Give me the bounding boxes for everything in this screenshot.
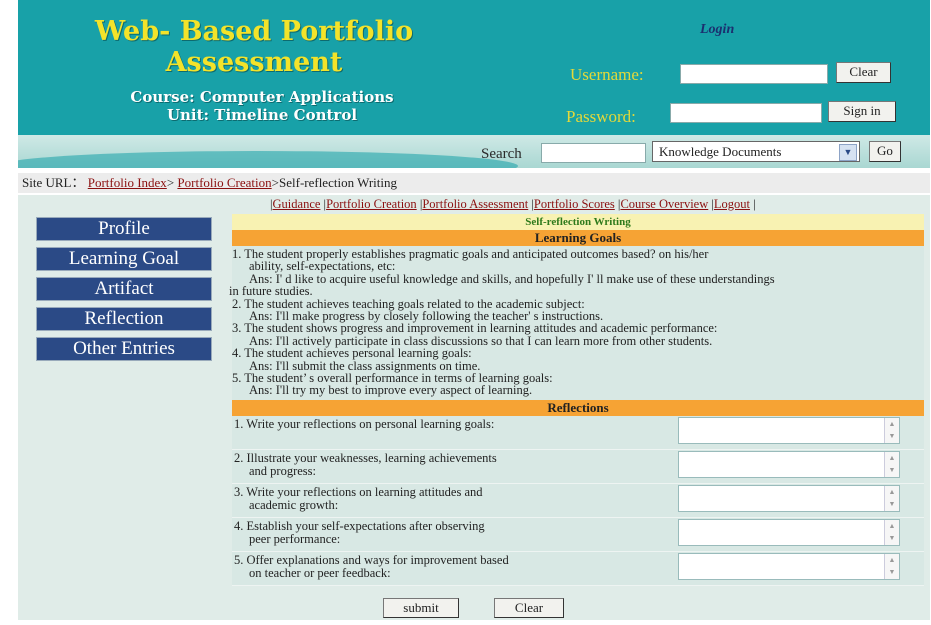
nav-logout[interactable]: Logout	[714, 197, 750, 211]
goal-question: 4. The student achieves personal learnin…	[232, 346, 472, 361]
sidebar-item-profile[interactable]: Profile	[36, 217, 212, 241]
submit-button[interactable]: submit	[383, 598, 459, 618]
reflection-question-line: 3. Write your reflections on learning at…	[234, 484, 483, 499]
password-label: Password:	[566, 107, 636, 126]
page-title: Self-reflection Writing	[232, 214, 924, 230]
reflection-row: 1. Write your reflections on personal le…	[232, 415, 924, 450]
goal-question: 3. The student shows progress and improv…	[232, 321, 718, 336]
nav-portfolio-assessment[interactable]: Portfolio Assessment	[422, 197, 528, 211]
reflection-question-line: 1. Write your reflections on personal le…	[234, 416, 495, 431]
learning-goals-list: 1. The student properly establishes prag…	[229, 246, 924, 400]
chevron-down-icon[interactable]: ▼	[839, 144, 857, 161]
breadcrumb-portfolio-creation[interactable]: Portfolio Creation	[177, 175, 271, 190]
scrollbar[interactable]: ▲ ▼	[884, 451, 899, 477]
nav-guidance[interactable]: Guidance	[273, 197, 321, 211]
sidebar-item-learning-goal[interactable]: Learning Goal	[36, 247, 212, 271]
breadcrumb-sep: >	[166, 175, 178, 190]
goal-answer: Ans: I' d like to acquire useful knowled…	[249, 271, 775, 286]
reflection-row: 4. Establish your self-expectations afte…	[232, 517, 924, 552]
search-label: Search	[481, 146, 522, 162]
nav-course-overview[interactable]: Course Overview	[620, 197, 708, 211]
reflection-question-line: and progress:	[249, 463, 316, 478]
scrollbar[interactable]: ▲ ▼	[884, 553, 899, 579]
content-area: Self-reflection Writing Learning Goals 1…	[229, 214, 924, 586]
reflection-row: 3. Write your reflections on learning at…	[232, 483, 924, 518]
scrollbar[interactable]: ▲ ▼	[884, 417, 899, 443]
reflection-question: 3. Write your reflections on learning at…	[234, 484, 644, 512]
reflection-question-line: on teacher or peer feedback:	[249, 565, 391, 580]
reflection-textarea[interactable]: ▲ ▼	[678, 484, 900, 512]
search-category-value: Knowledge Documents	[659, 144, 782, 159]
top-nav: |Guidance |Portfolio Creation |Portfolio…	[270, 197, 756, 211]
course-info: Course: Computer Applications Unit: Time…	[130, 88, 394, 124]
reflection-question-line: 2. Illustrate your weaknesses, learning …	[234, 450, 497, 465]
scrollbar[interactable]: ▲ ▼	[884, 485, 899, 511]
login-title: Login	[700, 22, 735, 37]
search-input[interactable]	[541, 143, 646, 163]
decorative-swoosh	[18, 151, 518, 168]
reflection-question: 2. Illustrate your weaknesses, learning …	[234, 450, 644, 478]
reflection-question-line: academic growth:	[249, 497, 339, 512]
reflection-question-line: 5. Offer explanations and ways for impro…	[234, 552, 509, 567]
breadcrumb-current: Self-reflection Writing	[279, 175, 398, 190]
username-input[interactable]	[680, 64, 828, 84]
learning-goals-heading: Learning Goals	[232, 230, 924, 246]
search-category-select[interactable]: Knowledge Documents ▼	[652, 141, 860, 162]
signin-button[interactable]: Sign in	[828, 101, 896, 122]
reflection-textarea[interactable]: ▲ ▼	[678, 416, 900, 444]
goal-answer: in future studies.	[229, 284, 313, 299]
scrollbar[interactable]: ▲ ▼	[884, 519, 899, 545]
reflection-question: 1. Write your reflections on personal le…	[234, 416, 644, 431]
reflection-question-line: peer performance:	[249, 531, 341, 546]
sidebar-item-reflection[interactable]: Reflection	[36, 307, 212, 331]
breadcrumb: Site URL： Portfolio Index> Portfolio Cre…	[18, 173, 930, 193]
password-input[interactable]	[670, 103, 822, 123]
breadcrumb-portfolio-index[interactable]: Portfolio Index	[88, 175, 167, 190]
breadcrumb-sep: >	[271, 175, 279, 190]
reflection-question: 4. Establish your self-expectations afte…	[234, 518, 644, 546]
sidebar-item-other-entries[interactable]: Other Entries	[36, 337, 212, 361]
reflection-textarea[interactable]: ▲ ▼	[678, 450, 900, 478]
reflection-row: 5. Offer explanations and ways for impro…	[232, 551, 924, 586]
reflection-textarea[interactable]: ▲ ▼	[678, 552, 900, 580]
reflection-row: 2. Illustrate your weaknesses, learning …	[232, 449, 924, 484]
login-clear-button[interactable]: Clear	[836, 62, 891, 83]
goal-question: ability, self-expectations, etc:	[249, 259, 396, 274]
nav-portfolio-creation[interactable]: Portfolio Creation	[326, 197, 417, 211]
sidebar: Profile Learning Goal Artifact Reflectio…	[36, 217, 212, 367]
clear-button[interactable]: Clear	[494, 598, 564, 618]
goal-answer: Ans: I'll try my best to improve every a…	[249, 383, 533, 398]
sidebar-item-artifact[interactable]: Artifact	[36, 277, 212, 301]
reflection-textarea[interactable]: ▲ ▼	[678, 518, 900, 546]
breadcrumb-lead: Site URL：	[22, 175, 85, 190]
go-button[interactable]: Go	[869, 141, 901, 162]
reflections-heading: Reflections	[232, 399, 924, 416]
nav-portfolio-scores[interactable]: Portfolio Scores	[534, 197, 615, 211]
reflection-question-line: 4. Establish your self-expectations afte…	[234, 518, 485, 533]
site-title: Web- Based Portfolio Assessment	[94, 16, 414, 78]
reflection-question: 5. Offer explanations and ways for impro…	[234, 552, 644, 580]
username-label: Username:	[570, 65, 644, 84]
